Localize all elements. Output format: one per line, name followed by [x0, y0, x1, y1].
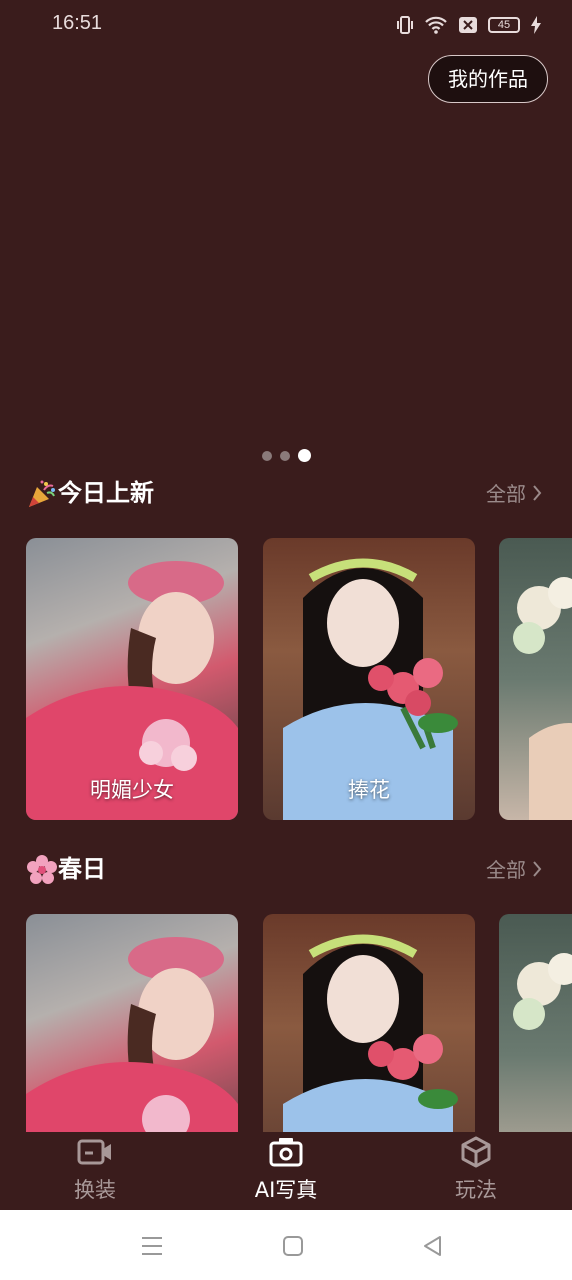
chevron-right-icon — [533, 484, 542, 501]
sim-icon — [458, 14, 478, 36]
status-time: 16:51 — [52, 12, 103, 34]
card-label: 捧花 — [348, 778, 390, 802]
home-icon[interactable] — [281, 1234, 305, 1258]
camera-icon — [226, 1136, 346, 1168]
my-works-button[interactable]: 我的作品 — [428, 55, 548, 103]
vibrate-icon — [396, 14, 414, 36]
section-header-new-today: 今日上新 全部 — [26, 476, 546, 512]
view-all-label: 全部 — [486, 482, 526, 506]
section-title: 今日上新 — [58, 479, 154, 507]
bottom-nav: 换装 AI写真 玩法 — [0, 1132, 572, 1210]
nav-item-ai-portrait[interactable]: AI写真 — [226, 1136, 346, 1204]
status-icons: 45 — [396, 14, 542, 36]
wifi-icon — [424, 14, 448, 36]
template-card[interactable] — [263, 914, 475, 1132]
section-title: 春日 — [58, 855, 106, 883]
carousel-dots — [262, 449, 311, 462]
portrait-image — [513, 953, 572, 1030]
template-card[interactable]: 捧花 — [263, 538, 475, 820]
carousel-dot-active[interactable] — [298, 449, 311, 462]
view-all-link[interactable]: 全部 — [486, 478, 542, 507]
party-popper-icon — [29, 480, 55, 507]
menu-icon[interactable] — [140, 1234, 164, 1258]
carousel-dot[interactable] — [262, 450, 272, 461]
banner-carousel[interactable] — [0, 110, 572, 440]
card-label: 明媚少女 — [90, 778, 174, 802]
nav-label: 换装 — [74, 1178, 116, 1202]
portrait-image — [283, 934, 458, 1132]
view-all-link[interactable]: 全部 — [486, 854, 542, 883]
video-camera-icon — [35, 1136, 155, 1168]
carousel-dot[interactable] — [280, 450, 290, 461]
nav-label: AI写真 — [254, 1178, 318, 1202]
battery-indicator: 45 — [488, 17, 520, 33]
template-card[interactable] — [26, 914, 238, 1132]
system-nav-bar — [0, 1210, 572, 1280]
nav-item-play[interactable]: 玩法 — [416, 1136, 536, 1204]
cube-icon — [416, 1136, 536, 1168]
card-row-spring — [26, 914, 572, 1132]
cherry-blossom-icon — [27, 855, 57, 884]
template-card[interactable] — [499, 914, 572, 1132]
charging-icon — [530, 14, 542, 36]
chevron-right-icon — [533, 860, 542, 877]
section-header-spring: 春日 全部 — [26, 852, 546, 888]
nav-label: 玩法 — [455, 1178, 497, 1202]
back-icon[interactable] — [421, 1234, 445, 1258]
template-card[interactable]: 明媚少女 — [26, 538, 238, 820]
card-row-new-today: 明媚少女 捧花 春 — [26, 538, 572, 820]
status-bar: 16:51 45 — [0, 0, 572, 52]
card-label: 春 — [499, 774, 572, 804]
view-all-label: 全部 — [486, 858, 526, 882]
nav-item-dress-up[interactable]: 换装 — [35, 1136, 155, 1204]
template-card[interactable]: 春 — [499, 538, 572, 820]
portrait-image — [26, 937, 238, 1132]
